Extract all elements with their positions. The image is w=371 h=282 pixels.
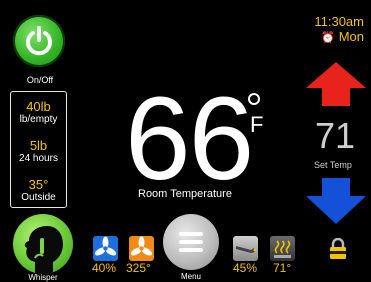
status-panel: 40lb lb/empty 5lb 24 hours 35° Outside: [10, 91, 67, 208]
clock-day-row: ⏰ Mon: [312, 30, 364, 45]
degree-symbol: [248, 93, 260, 105]
heater-icon: [274, 240, 291, 258]
lock-button[interactable]: [329, 238, 347, 260]
status-value: 5lb: [29, 138, 48, 153]
fan-speed-value: 40%: [92, 261, 117, 275]
power-button[interactable]: [13, 15, 65, 67]
power-icon: [26, 26, 52, 56]
menu-button[interactable]: [163, 214, 219, 270]
status-item-lb-empty: 40lb lb/empty: [11, 99, 66, 126]
status-item-outside: 35° Outside: [11, 177, 66, 204]
heater-button[interactable]: [270, 236, 295, 261]
decrease-setpoint-button[interactable]: [304, 176, 368, 226]
lock-icon: [331, 238, 345, 248]
whisper-label: Whisper: [28, 273, 58, 282]
igniter-value: 45%: [233, 261, 258, 275]
heater-value: 71°: [273, 261, 292, 275]
temperature-unit: F: [250, 112, 264, 137]
whisper-button[interactable]: [13, 214, 73, 274]
room-temperature-label: Room Temperature: [138, 188, 232, 200]
status-label: 24 hours: [19, 153, 58, 164]
power-label: On/Off: [26, 75, 54, 85]
status-value: 40lb: [26, 99, 51, 114]
fan-speed-button[interactable]: [93, 236, 118, 261]
status-label: lb/empty: [19, 114, 58, 125]
fan-temperature-button[interactable]: [129, 236, 154, 261]
hamburger-icon: [179, 232, 203, 252]
status-label: Outside: [21, 192, 56, 203]
fan-icon: [130, 236, 153, 256]
fan-icon: [94, 236, 117, 256]
igniter-button[interactable]: [233, 236, 258, 261]
status-item-24-hours: 5lb 24 hours: [11, 138, 66, 165]
whisper-icon: [24, 226, 63, 274]
igniter-icon: [236, 246, 257, 253]
fan-temperature-value: 325°: [126, 261, 151, 275]
arrow-down-icon: [306, 178, 366, 224]
clock-day: Mon: [338, 29, 364, 44]
room-temperature-value: 66: [125, 73, 254, 205]
arrow-up-icon: [306, 62, 366, 106]
status-value: 35°: [28, 177, 49, 192]
increase-setpoint-button[interactable]: [304, 60, 368, 108]
setpoint-value: 71: [315, 115, 356, 156]
clock-time: 11:30am: [314, 14, 364, 29]
alarm-clock-icon: ⏰: [321, 32, 335, 44]
setpoint-label: Set Temp: [314, 160, 352, 170]
